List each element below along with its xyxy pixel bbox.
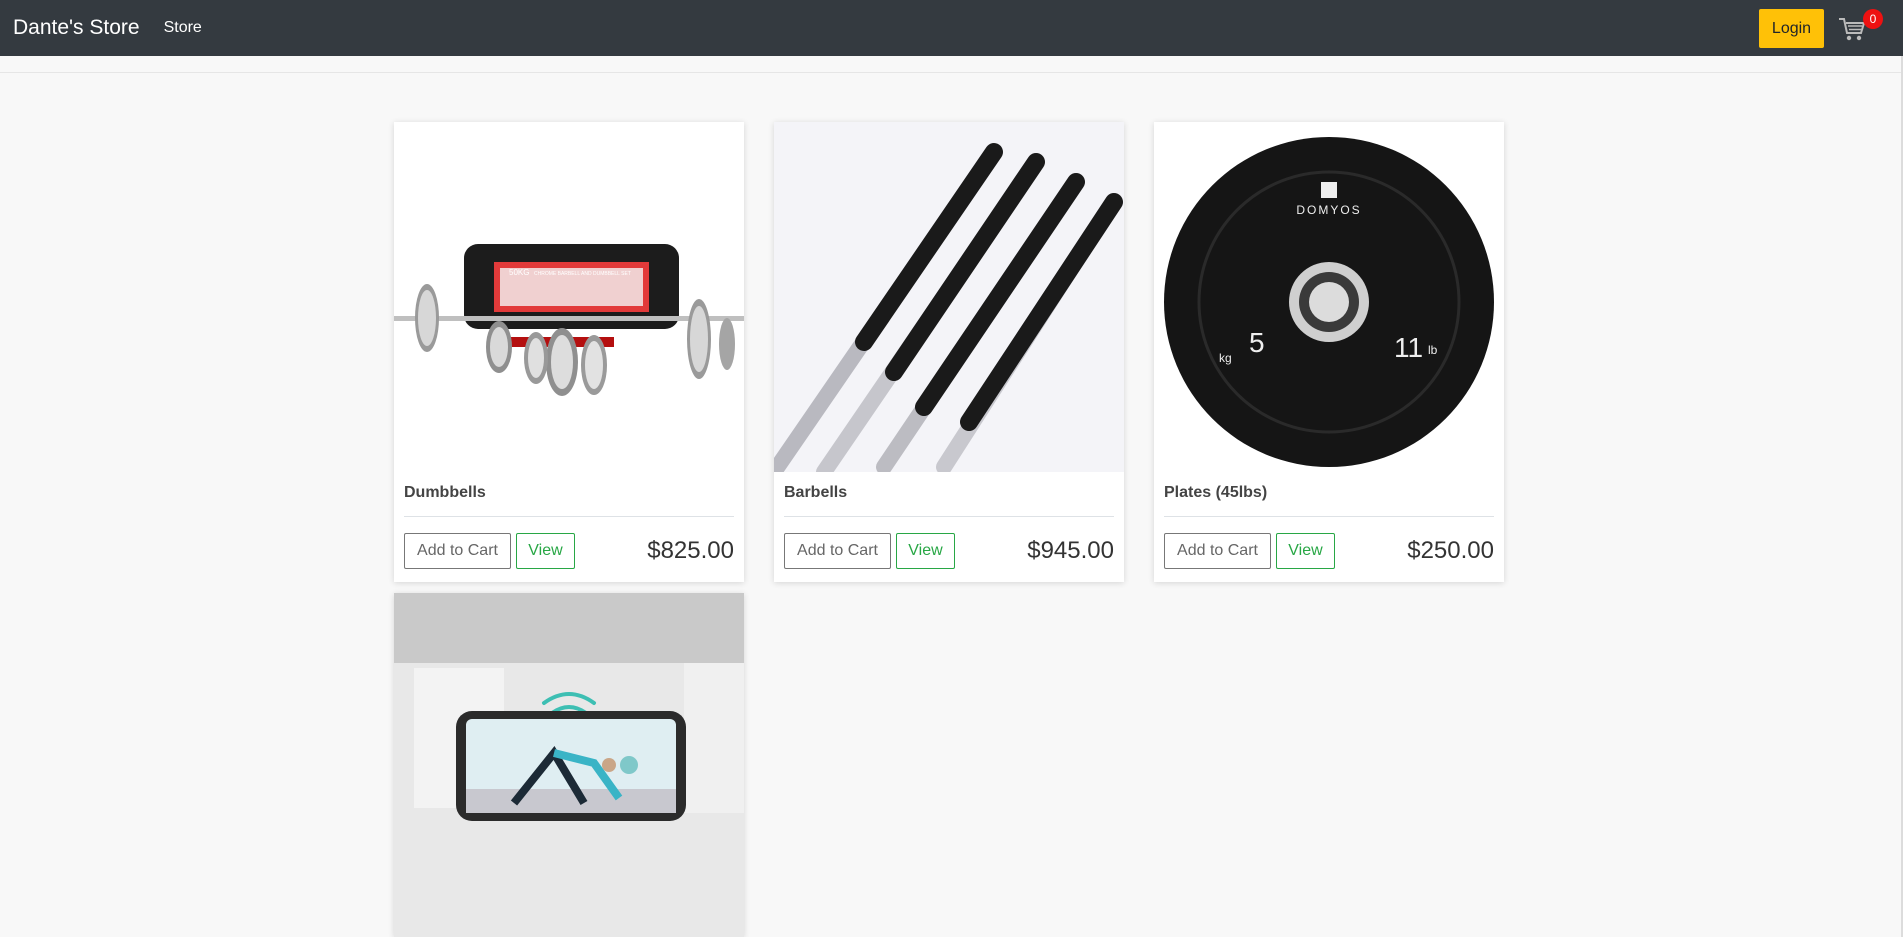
product-title[interactable]: Barbells bbox=[784, 472, 1114, 517]
add-to-cart-button[interactable]: Add to Cart bbox=[404, 533, 511, 569]
plate-lb-text: 11 bbox=[1394, 332, 1423, 363]
add-to-cart-button[interactable]: Add to Cart bbox=[784, 533, 891, 569]
add-to-cart-button[interactable]: Add to Cart bbox=[1164, 533, 1271, 569]
product-price: $945.00 bbox=[1027, 537, 1114, 564]
case-weight-text: 50KG bbox=[509, 268, 529, 277]
nav-store-link[interactable]: Store bbox=[164, 19, 202, 37]
product-card-plates: DOMYOS 5 kg 11 lb Plates (45lbs) Add to … bbox=[1154, 122, 1504, 582]
barbells-illustration bbox=[774, 122, 1124, 472]
product-card-dumbbells: 50KG CHROME BARBELL AND DUMBBELL SET Dum… bbox=[394, 122, 744, 582]
product-title[interactable]: Plates (45lbs) bbox=[1164, 472, 1494, 517]
view-button[interactable]: View bbox=[1276, 533, 1335, 569]
navbar: Dante's Store Store Login 0 bbox=[0, 0, 1903, 56]
product-title[interactable]: Dumbbells bbox=[404, 472, 734, 517]
product-image-barbells[interactable] bbox=[774, 122, 1124, 472]
product-price: $250.00 bbox=[1407, 537, 1494, 564]
plate-brand-text: DOMYOS bbox=[1296, 203, 1361, 217]
product-image-fitness-app[interactable] bbox=[394, 593, 744, 937]
plate-kg-unit-text: kg bbox=[1219, 351, 1232, 365]
login-button[interactable]: Login bbox=[1759, 9, 1824, 48]
product-image-plates[interactable]: DOMYOS 5 kg 11 lb bbox=[1154, 122, 1504, 472]
header-divider bbox=[0, 72, 1901, 73]
plate-kg-text: 5 bbox=[1249, 327, 1265, 358]
view-button[interactable]: View bbox=[516, 533, 575, 569]
product-image-dumbbells[interactable]: 50KG CHROME BARBELL AND DUMBBELL SET bbox=[394, 122, 744, 472]
cart-count-badge: 0 bbox=[1863, 9, 1883, 29]
case-label-text: CHROME BARBELL AND DUMBBELL SET bbox=[534, 271, 631, 277]
plate-lb-unit-text: lb bbox=[1428, 343, 1438, 357]
product-price: $825.00 bbox=[647, 537, 734, 564]
product-card-barbells: Barbells Add to Cart View $945.00 bbox=[774, 122, 1124, 582]
brand-logo[interactable]: Dante's Store bbox=[13, 16, 140, 40]
weight-plate-illustration: DOMYOS 5 kg 11 lb bbox=[1164, 137, 1494, 467]
product-card-fitness-app bbox=[394, 593, 744, 937]
view-button[interactable]: View bbox=[896, 533, 955, 569]
phone-yoga-illustration bbox=[394, 593, 744, 937]
dumbbell-set-illustration: 50KG CHROME BARBELL AND DUMBBELL SET bbox=[394, 244, 744, 396]
